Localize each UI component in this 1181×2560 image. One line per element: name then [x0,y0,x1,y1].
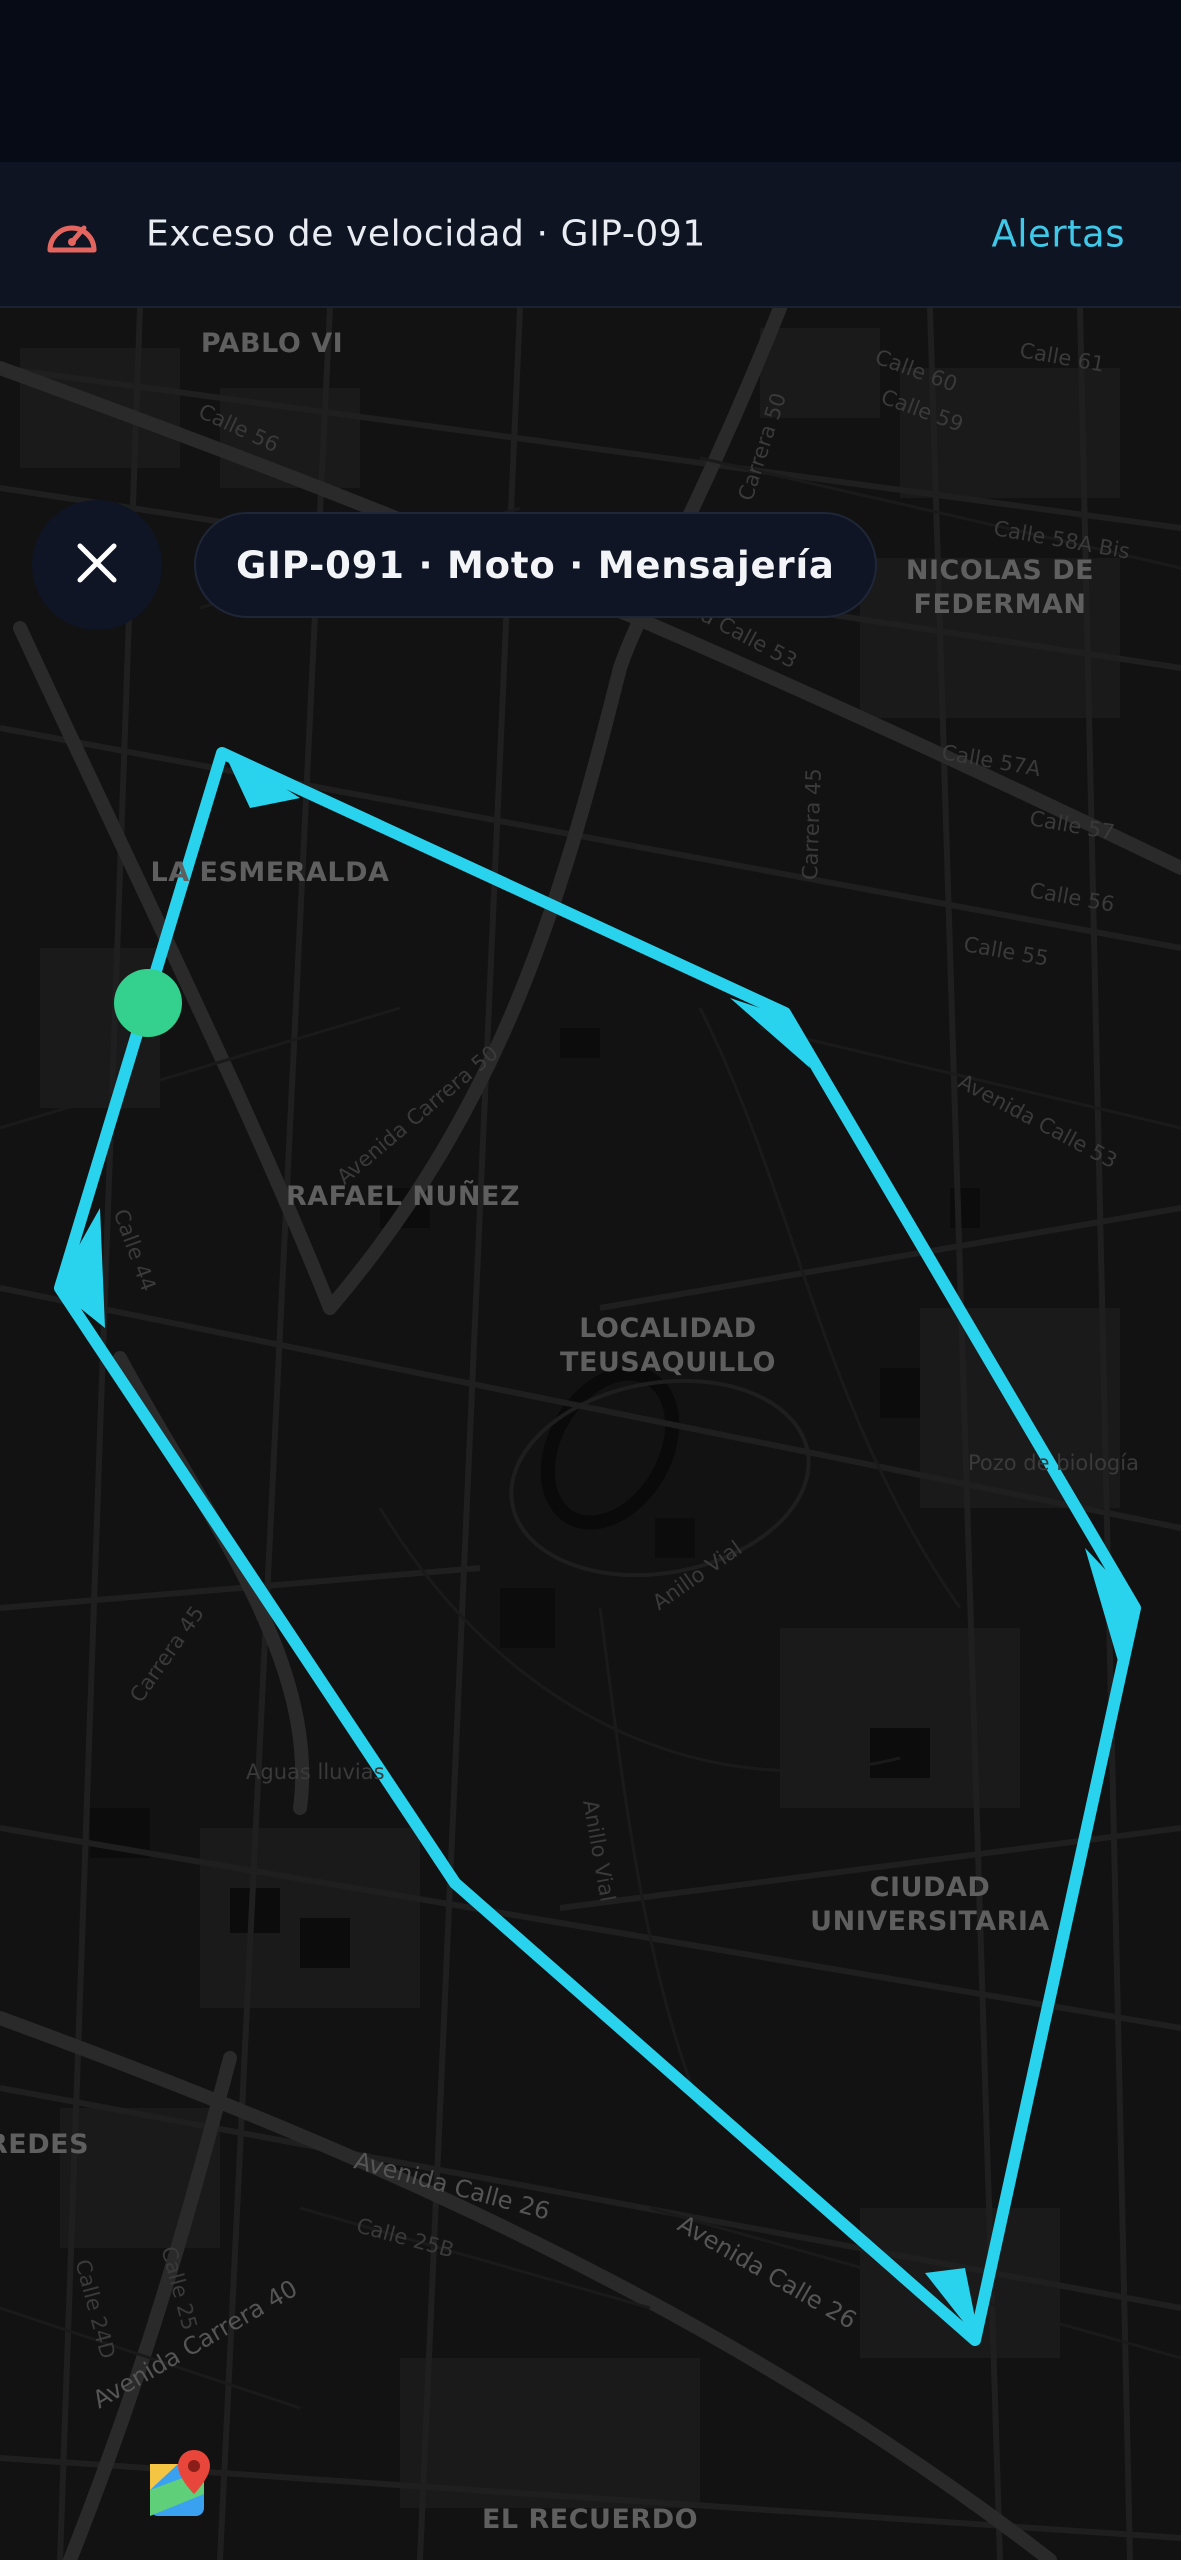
alert-banner[interactable]: Exceso de velocidad · GIP-091 Alertas [0,162,1181,308]
street-label: Pozo de biología [968,1451,1139,1475]
alerts-link[interactable]: Alertas [991,213,1125,256]
district-label: PABLO VI [200,328,344,359]
vehicle-info-chip[interactable]: GIP-091 · Moto · Mensajería [194,512,877,618]
map-canvas [0,308,1181,2560]
maps-app-icon [148,2450,216,2518]
vehicle-info-label: GIP-091 · Moto · Mensajería [236,543,835,587]
street-label: Aguas lluvias [246,1760,385,1784]
district-label: RAFAEL NUÑEZ [285,1181,521,1212]
vehicle-marker[interactable] [114,969,182,1037]
speedometer-icon [44,212,100,256]
screen: Exceso de velocidad · GIP-091 Alertas PA… [0,0,1181,2560]
close-button[interactable] [32,500,162,630]
street-label: Carrera 45 [798,767,826,881]
map-view[interactable]: PABLO VI NICOLAS DE FEDERMAN LA ESMERALD… [0,308,1181,2560]
district-label: CIUDAD UNIVERSITARIA [810,1872,1050,1937]
alert-banner-text: Exceso de velocidad · GIP-091 [146,213,706,255]
district-label: REDES [0,2129,90,2160]
close-icon [75,541,119,589]
district-label: LOCALIDAD TEUSAQUILLO [560,1313,776,1378]
district-label: EL RECUERDO [481,2504,699,2535]
status-bar-area [0,0,1181,162]
district-label: NICOLAS DE FEDERMAN [905,555,1095,620]
district-label: LA ESMERALDA [150,857,390,888]
